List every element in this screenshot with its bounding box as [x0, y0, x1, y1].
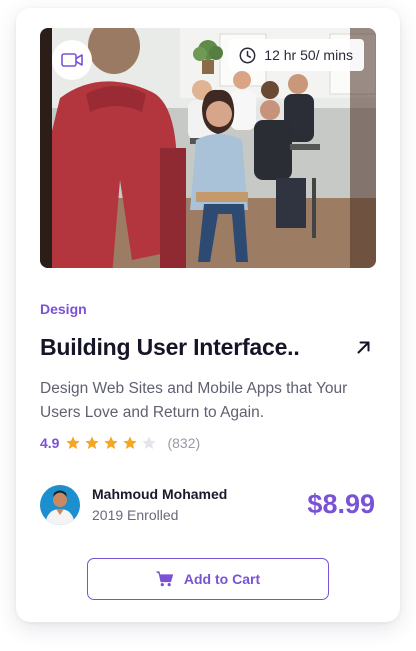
video-badge[interactable] [52, 40, 92, 80]
cart-icon [156, 571, 174, 587]
course-category[interactable]: Design [40, 301, 87, 317]
open-course-button[interactable] [354, 338, 372, 356]
instructor-subtitle: 2019 Enrolled [92, 507, 179, 523]
star-icon [141, 435, 157, 451]
duration-badge: 12 hr 50/ mins [229, 39, 364, 71]
course-title[interactable]: Building User Interface.. [40, 334, 300, 361]
rating-score: 4.9 [40, 435, 60, 451]
rating-count: (832) [167, 435, 201, 451]
star-icon [122, 435, 138, 451]
video-camera-icon [61, 52, 83, 68]
course-card[interactable]: 12 hr 50/ mins Design Building User Inte… [16, 8, 400, 622]
instructor-info: Mahmoud Mohamed 2019 Enrolled [92, 485, 227, 525]
add-to-cart-label: Add to Cart [183, 571, 261, 587]
duration-text: 12 hr 50/ mins [264, 47, 353, 63]
rating-stars [65, 435, 157, 451]
instructor[interactable]: Mahmoud Mohamed 2019 Enrolled [40, 485, 227, 525]
course-thumbnail[interactable]: 12 hr 50/ mins [40, 28, 376, 268]
avatar[interactable] [40, 485, 80, 525]
star-icon [103, 435, 119, 451]
course-description: Design Web Sites and Mobile Apps that Yo… [40, 380, 348, 421]
star-icon [84, 435, 100, 451]
clock-icon [239, 47, 256, 64]
star-icon [65, 435, 81, 451]
arrow-up-right-icon [356, 340, 371, 355]
instructor-name[interactable]: Mahmoud Mohamed [92, 485, 227, 503]
add-to-cart-button[interactable]: Add to Cart [87, 558, 329, 600]
course-price: $8.99 [307, 489, 375, 519]
course-rating: 4.9 (832) [40, 435, 200, 451]
